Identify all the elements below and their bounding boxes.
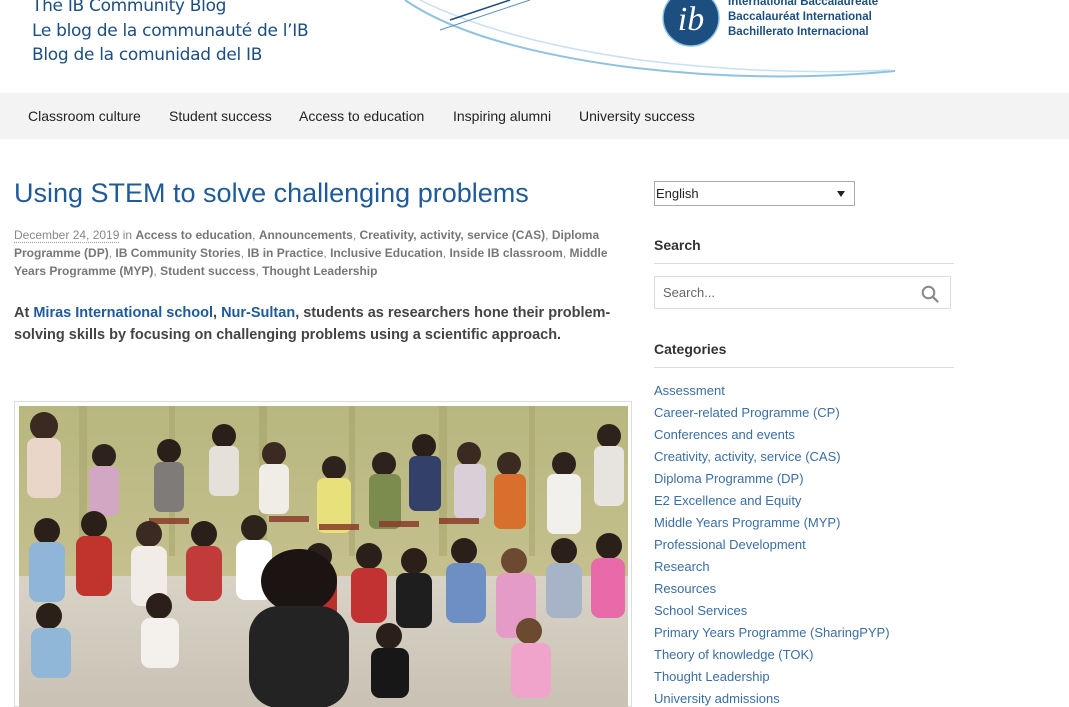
category-link-tok[interactable]: Theory of knowledge (TOK) xyxy=(654,644,890,666)
nav-item-access-to-education[interactable]: Access to education xyxy=(299,108,424,124)
post-category-link[interactable]: Announcements xyxy=(259,228,353,242)
post-featured-image-frame xyxy=(14,401,632,707)
lead-link-city[interactable]: Nur-Sultan xyxy=(221,305,295,321)
category-link-dp[interactable]: Diploma Programme (DP) xyxy=(654,468,890,490)
site-header: The IB Community Blog Le blog de la comm… xyxy=(0,0,1069,93)
post-lead-paragraph: At Miras International school, Nur-Sulta… xyxy=(14,302,614,346)
search-box xyxy=(654,276,951,309)
post-category-link[interactable]: Inside IB classroom xyxy=(449,246,562,260)
lead-prefix: At xyxy=(14,305,34,321)
category-link-university-admissions[interactable]: University admissions xyxy=(654,688,890,707)
post-category-link[interactable]: IB Community Stories xyxy=(115,246,240,260)
category-link-conferences[interactable]: Conferences and events xyxy=(654,424,890,446)
search-input[interactable] xyxy=(663,285,913,300)
nav-item-university-success[interactable]: University success xyxy=(579,108,695,124)
header-swoosh-decoration xyxy=(404,0,896,78)
chevron-down-icon xyxy=(837,191,845,197)
post-title[interactable]: Using STEM to solve challenging problems xyxy=(14,178,529,209)
post-category-link[interactable]: Inclusive Education xyxy=(330,246,443,260)
search-icon[interactable] xyxy=(921,285,939,303)
categories-heading: Categories xyxy=(654,341,727,357)
ib-name-fr: Baccalauréat International xyxy=(728,11,872,23)
language-select[interactable]: English xyxy=(654,181,855,206)
ib-logo-text: ib xyxy=(678,1,704,38)
lead-link-school[interactable]: Miras International school xyxy=(33,305,213,321)
post-category-link[interactable]: Creativity, activity, service (CAS) xyxy=(360,228,546,242)
ib-name-en: International Baccalaureate xyxy=(728,0,879,8)
post-meta-in: in xyxy=(122,228,133,242)
main-nav: Classroom culture Student success Access… xyxy=(0,93,1069,139)
ib-name-es: Bachillerato Internacional xyxy=(728,26,869,38)
ib-logo-icon[interactable]: ib xyxy=(662,0,720,48)
classroom-photo[interactable] xyxy=(19,406,628,707)
post-category-link[interactable]: IB in Practice xyxy=(247,246,323,260)
language-select-value: English xyxy=(656,186,699,201)
category-link-cas[interactable]: Creativity, activity, service (CAS) xyxy=(654,446,890,468)
category-link-pyp[interactable]: Primary Years Programme (SharingPYP) xyxy=(654,622,890,644)
post-meta: December 24, 2019 in Access to education… xyxy=(14,228,608,278)
nav-item-inspiring-alumni[interactable]: Inspiring alumni xyxy=(453,108,551,124)
category-link-research[interactable]: Research xyxy=(654,556,890,578)
search-heading: Search xyxy=(654,237,701,253)
categories-divider xyxy=(654,367,954,368)
post-category-link[interactable]: Thought Leadership xyxy=(262,264,377,278)
post-category-link[interactable]: Access to education xyxy=(135,228,252,242)
nav-item-student-success[interactable]: Student success xyxy=(169,108,272,124)
category-link-myp[interactable]: Middle Years Programme (MYP) xyxy=(654,512,890,534)
categories-list: Assessment Career-related Programme (CP)… xyxy=(654,380,890,707)
category-link-professional-development[interactable]: Professional Development xyxy=(654,534,890,556)
lead-comma: , xyxy=(213,305,222,321)
category-link-resources[interactable]: Resources xyxy=(654,578,890,600)
search-divider xyxy=(654,263,954,264)
category-link-assessment[interactable]: Assessment xyxy=(654,380,890,402)
post-date: December 24, 2019 xyxy=(14,228,120,243)
category-link-e2[interactable]: E2 Excellence and Equity xyxy=(654,490,890,512)
category-link-cp[interactable]: Career-related Programme (CP) xyxy=(654,402,890,424)
nav-item-classroom-culture[interactable]: Classroom culture xyxy=(28,108,141,124)
category-link-school-services[interactable]: School Services xyxy=(654,600,890,622)
category-link-thought-leadership[interactable]: Thought Leadership xyxy=(654,666,890,688)
post-category-link[interactable]: Student success xyxy=(160,264,255,278)
ib-organization-names: International Baccalaureate Baccalauréat… xyxy=(728,0,878,40)
